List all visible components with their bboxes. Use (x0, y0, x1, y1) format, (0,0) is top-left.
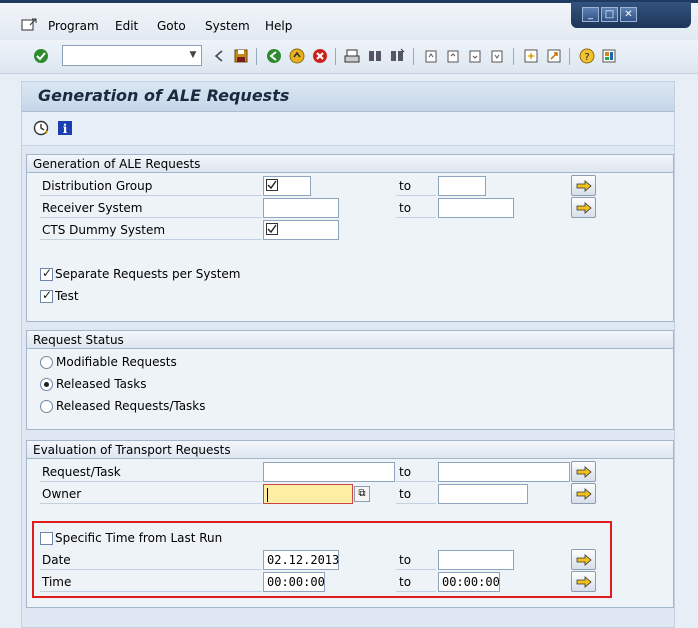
receiver-system-from[interactable] (263, 198, 339, 218)
back-nav-icon[interactable] (210, 47, 228, 65)
find-icon[interactable] (366, 47, 384, 65)
find-next-icon[interactable] (388, 47, 406, 65)
arrow-right-icon (576, 201, 592, 214)
menu-bar: Program Edit Goto System Help _ □ ✕ (0, 0, 698, 40)
label-to: to (399, 487, 412, 501)
first-page-icon[interactable] (422, 47, 440, 65)
standard-toolbar: ▼ ? (0, 40, 698, 74)
layout-menu-icon[interactable] (600, 47, 618, 65)
menu-program[interactable]: Program (48, 19, 99, 33)
back-icon[interactable] (265, 47, 283, 65)
menu-system[interactable]: System (205, 19, 250, 33)
print-icon[interactable] (343, 47, 361, 65)
multiple-selection-owner[interactable] (571, 483, 596, 504)
request-task-to[interactable] (438, 462, 570, 482)
label-released-requests-tasks: Released Requests/Tasks (56, 399, 206, 413)
label-test: Test (55, 289, 79, 303)
command-field[interactable]: ▼ (62, 45, 202, 66)
menu-edit[interactable]: Edit (115, 19, 138, 33)
next-page-icon[interactable] (466, 47, 484, 65)
minimize-icon[interactable]: _ (582, 7, 599, 22)
distribution-group-to[interactable] (438, 176, 486, 196)
save-icon[interactable] (232, 47, 250, 65)
request-task-from[interactable] (263, 462, 395, 482)
arrow-right-icon (576, 487, 592, 500)
group-eval-title: Evaluation of Transport Requests (33, 443, 231, 457)
previous-page-icon[interactable] (444, 47, 462, 65)
page-title: Generation of ALE Requests (38, 86, 290, 105)
multiple-selection-distribution-group[interactable] (571, 175, 596, 196)
menu-help[interactable]: Help (265, 19, 292, 33)
owner-from-field[interactable] (263, 484, 353, 504)
label-released-tasks: Released Tasks (56, 377, 147, 391)
menu-icon[interactable] (21, 18, 37, 35)
help-icon[interactable]: ? (578, 47, 596, 65)
close-icon[interactable]: ✕ (620, 7, 637, 22)
chevron-down-icon[interactable]: ▼ (187, 49, 199, 62)
label-modifiable-requests: Modifiable Requests (56, 355, 177, 369)
multiple-selection-receiver-system[interactable] (571, 197, 596, 218)
info-icon[interactable]: i (56, 119, 74, 137)
receiver-system-to[interactable] (438, 198, 514, 218)
owner-to-field[interactable] (438, 484, 528, 504)
value-help-icon[interactable]: ⧉ (354, 486, 370, 502)
create-session-icon[interactable] (522, 47, 540, 65)
group-ale-title: Generation of ALE Requests (33, 157, 201, 171)
cancel-icon[interactable] (311, 47, 329, 65)
svg-text:i: i (63, 122, 68, 136)
group-eval-header: Evaluation of Transport Requests (27, 441, 673, 459)
label-to: to (399, 465, 412, 479)
released-requests-tasks-radio[interactable] (40, 400, 53, 413)
application-toolbar: i (22, 112, 674, 146)
released-tasks-radio[interactable] (40, 378, 53, 391)
check-icon[interactable] (32, 47, 50, 65)
title-bar: Generation of ALE Requests (22, 82, 674, 112)
multiple-selection-request-task[interactable] (571, 461, 596, 482)
label-owner: Owner (42, 487, 82, 501)
test-checkbox[interactable] (40, 288, 53, 303)
menu-goto[interactable]: Goto (157, 19, 186, 33)
exit-icon[interactable] (288, 47, 306, 65)
label-receiver-system: Receiver System (42, 201, 143, 215)
separate-requests-checkbox[interactable] (40, 266, 53, 281)
label-separate-requests: Separate Requests per System (55, 267, 241, 281)
last-page-icon[interactable] (488, 47, 506, 65)
group-status-title: Request Status (33, 333, 124, 347)
highlight-box (32, 521, 612, 598)
label-distribution-group: Distribution Group (42, 179, 153, 193)
label-cts-dummy-system: CTS Dummy System (42, 223, 166, 237)
modifiable-requests-radio[interactable] (40, 356, 53, 369)
distribution-group-from[interactable] (263, 176, 311, 196)
execute-icon[interactable] (32, 119, 50, 137)
window-controls: _ □ ✕ (571, 2, 691, 28)
arrow-right-icon (576, 179, 592, 192)
maximize-icon[interactable]: □ (601, 7, 618, 22)
arrow-right-icon (576, 465, 592, 478)
label-request-task: Request/Task (42, 465, 121, 479)
group-status-header: Request Status (27, 331, 673, 349)
svg-text:?: ? (584, 52, 589, 63)
label-to: to (399, 179, 412, 193)
group-ale-header: Generation of ALE Requests (27, 155, 673, 173)
shortcut-icon[interactable] (545, 47, 563, 65)
cts-dummy-system-field[interactable] (263, 220, 339, 240)
label-to: to (399, 201, 412, 215)
